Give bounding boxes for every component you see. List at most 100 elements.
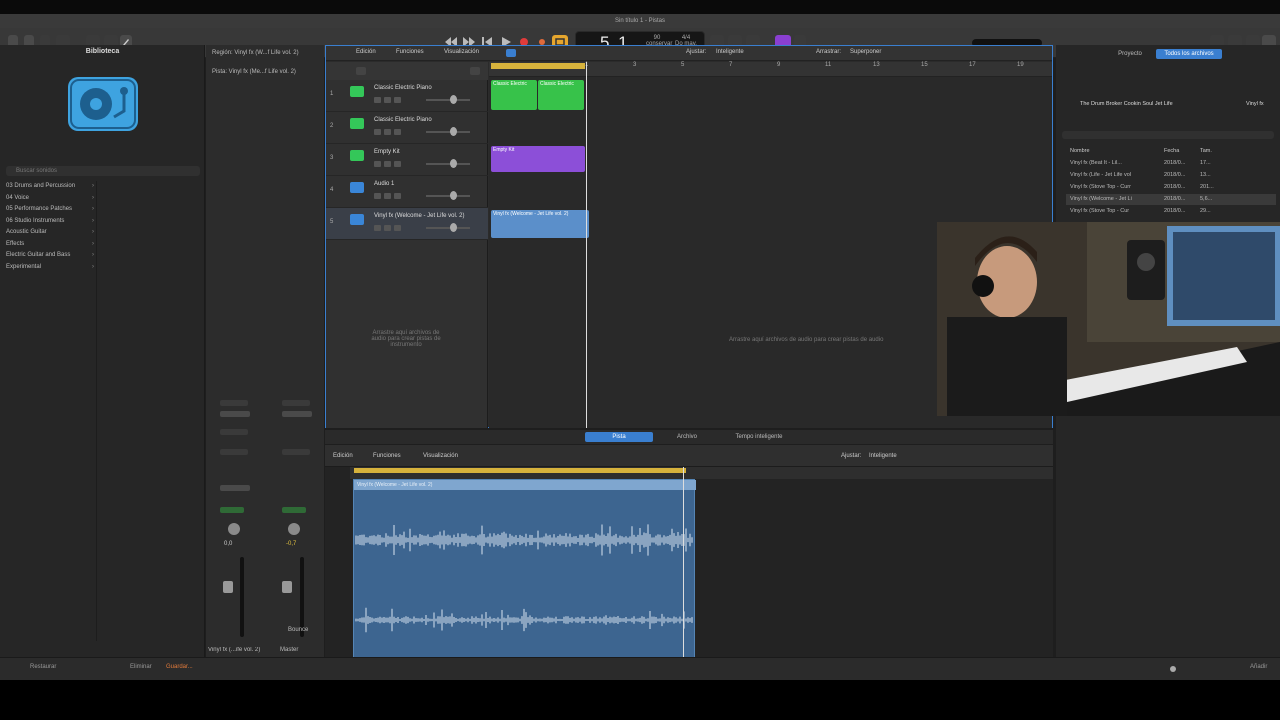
- editor-functions-menu[interactable]: Funciones: [373, 453, 401, 459]
- group-slot[interactable]: [282, 507, 306, 513]
- grid-view-button[interactable]: [506, 49, 516, 57]
- add-track-button[interactable]: [356, 67, 366, 75]
- record-enable-button[interactable]: [394, 129, 401, 135]
- editor-cycle-area[interactable]: [354, 468, 686, 473]
- global-tracks-button[interactable]: [470, 67, 480, 75]
- browser-file-row[interactable]: Vinyl fx (Welcome - Jet Li 2018/0... 5,6..…: [1066, 194, 1276, 205]
- library-item[interactable]: Electric Guitar and Bass: [6, 250, 94, 262]
- col-name[interactable]: Nombre: [1070, 146, 1090, 157]
- output-slot[interactable]: [220, 485, 250, 491]
- track-volume-slider[interactable]: [426, 195, 470, 197]
- editor-edit-menu[interactable]: Edición: [333, 453, 353, 459]
- pan-knob[interactable]: [288, 523, 300, 535]
- browser-file-row[interactable]: Vinyl fx (Life - Jet Life vol 2018/0... 13…: [1066, 170, 1276, 181]
- solo-button[interactable]: [384, 161, 391, 167]
- track-instrument-icon[interactable]: [350, 182, 364, 193]
- tab-all-files[interactable]: Todos los archivos: [1156, 49, 1222, 59]
- input-slot[interactable]: [220, 429, 248, 435]
- track-instrument-icon[interactable]: [350, 150, 364, 161]
- browser-path[interactable]: The Drum Broker Cookin Soul Jet Life Vin…: [1066, 99, 1276, 110]
- track-name[interactable]: Vinyl fx (Welcome - Jet Life vol. 2): [374, 213, 464, 219]
- track-inspector-header[interactable]: Pista: Vinyl fx (Me...f Life vol. 2): [212, 69, 296, 75]
- track-volume-slider[interactable]: [426, 163, 470, 165]
- region-inspector-header[interactable]: Región: Vinyl fx (W...f Life vol. 2): [212, 50, 299, 56]
- delete-button[interactable]: Eliminar: [130, 664, 152, 670]
- track-volume-knob[interactable]: [450, 191, 457, 200]
- track-name[interactable]: Audio 1: [374, 181, 394, 187]
- add-to-project-button[interactable]: Añadir: [1250, 664, 1267, 670]
- bar-ruler[interactable]: 1357911131517192123: [489, 62, 1120, 77]
- tab-track[interactable]: Pista: [585, 432, 653, 442]
- track-name[interactable]: Classic Electric Piano: [374, 117, 432, 123]
- functions-menu[interactable]: Funciones: [396, 49, 424, 55]
- library-item[interactable]: Effects: [6, 239, 94, 251]
- mute-button[interactable]: [374, 161, 381, 167]
- view-menu[interactable]: Visualización: [444, 49, 479, 55]
- restore-button[interactable]: Restaurar: [30, 664, 56, 670]
- track-instrument-icon[interactable]: [350, 118, 364, 129]
- track-header[interactable]: 1 Classic Electric Piano: [326, 80, 488, 112]
- editor-audio-region[interactable]: Vinyl fx (Welcome - Jet Life vol. 2): [353, 479, 696, 670]
- audio-fx-slot[interactable]: [220, 449, 248, 455]
- mute-button[interactable]: [374, 97, 381, 103]
- tab-smart-tempo[interactable]: Tempo inteligente: [721, 432, 797, 442]
- snap-popup[interactable]: Inteligente: [716, 49, 744, 55]
- editor-ruler[interactable]: [350, 467, 1053, 479]
- mute-button[interactable]: [374, 129, 381, 135]
- cycle-area[interactable]: [491, 63, 585, 69]
- bounce-button[interactable]: Bounce: [288, 627, 308, 633]
- playhead[interactable]: [586, 62, 587, 428]
- eq-slot[interactable]: [220, 411, 250, 417]
- tab-file[interactable]: Archivo: [661, 432, 713, 442]
- preview-volume-knob[interactable]: [1170, 666, 1176, 672]
- track-region[interactable]: Classic Electric: [538, 80, 584, 110]
- record-enable-button[interactable]: [394, 193, 401, 199]
- drag-popup[interactable]: Superponer: [850, 49, 881, 55]
- solo-button[interactable]: [384, 129, 391, 135]
- library-item[interactable]: 05 Performance Patches: [6, 204, 94, 216]
- group-slot[interactable]: [220, 507, 244, 513]
- record-enable-button[interactable]: [394, 225, 401, 231]
- volume-fader[interactable]: [223, 581, 233, 593]
- track-header[interactable]: 2 Classic Electric Piano: [326, 112, 488, 144]
- solo-button[interactable]: [384, 193, 391, 199]
- track-volume-knob[interactable]: [450, 127, 457, 136]
- save-patch-button[interactable]: Guardar...: [166, 664, 193, 670]
- editor-snap-popup[interactable]: Inteligente: [869, 453, 897, 459]
- library-item[interactable]: 06 Studio Instruments: [6, 216, 94, 228]
- solo-button[interactable]: [384, 225, 391, 231]
- record-enable-button[interactable]: [394, 97, 401, 103]
- track-volume-slider[interactable]: [426, 227, 470, 229]
- track-volume-knob[interactable]: [450, 223, 457, 232]
- track-region[interactable]: Vinyl fx (Welcome - Jet Life vol. 2): [491, 210, 589, 238]
- browser-file-row[interactable]: Vinyl fx (Stove Top - Cur 2018/0... 29...: [1066, 206, 1276, 217]
- track-region[interactable]: Classic Electric: [491, 80, 537, 110]
- volume-fader[interactable]: [282, 581, 292, 593]
- tab-project[interactable]: Proyecto: [1108, 49, 1152, 59]
- col-size[interactable]: Tam.: [1200, 146, 1212, 157]
- browser-file-row[interactable]: Vinyl fx (Beat It - Lil... 2018/0... 17...: [1066, 158, 1276, 169]
- track-instrument-icon[interactable]: [350, 214, 364, 225]
- library-search-input[interactable]: Buscar sonidos: [6, 166, 200, 176]
- col-date[interactable]: Fecha: [1164, 146, 1179, 157]
- track-instrument-icon[interactable]: [350, 86, 364, 97]
- track-volume-slider[interactable]: [426, 131, 470, 133]
- editor-view-menu[interactable]: Visualización: [423, 453, 458, 459]
- setting-slot[interactable]: [282, 400, 310, 406]
- solo-button[interactable]: [384, 97, 391, 103]
- eq-slot[interactable]: [282, 411, 312, 417]
- browser-search-input[interactable]: [1062, 131, 1274, 139]
- browser-file-row[interactable]: Vinyl fx (Stove Top - Curr 2018/0... 201..…: [1066, 182, 1276, 193]
- track-header[interactable]: 4 Audio 1: [326, 176, 488, 208]
- editor-playhead[interactable]: [683, 467, 684, 671]
- edit-menu[interactable]: Edición: [356, 49, 376, 55]
- library-item[interactable]: 03 Drums and Percussion: [6, 181, 94, 193]
- mute-button[interactable]: [374, 193, 381, 199]
- setting-slot[interactable]: [220, 400, 248, 406]
- library-item[interactable]: 04 Voice: [6, 193, 94, 205]
- track-volume-knob[interactable]: [450, 159, 457, 168]
- library-item[interactable]: Acoustic Guitar: [6, 227, 94, 239]
- track-name[interactable]: Classic Electric Piano: [374, 85, 432, 91]
- track-volume-knob[interactable]: [450, 95, 457, 104]
- pan-knob[interactable]: [228, 523, 240, 535]
